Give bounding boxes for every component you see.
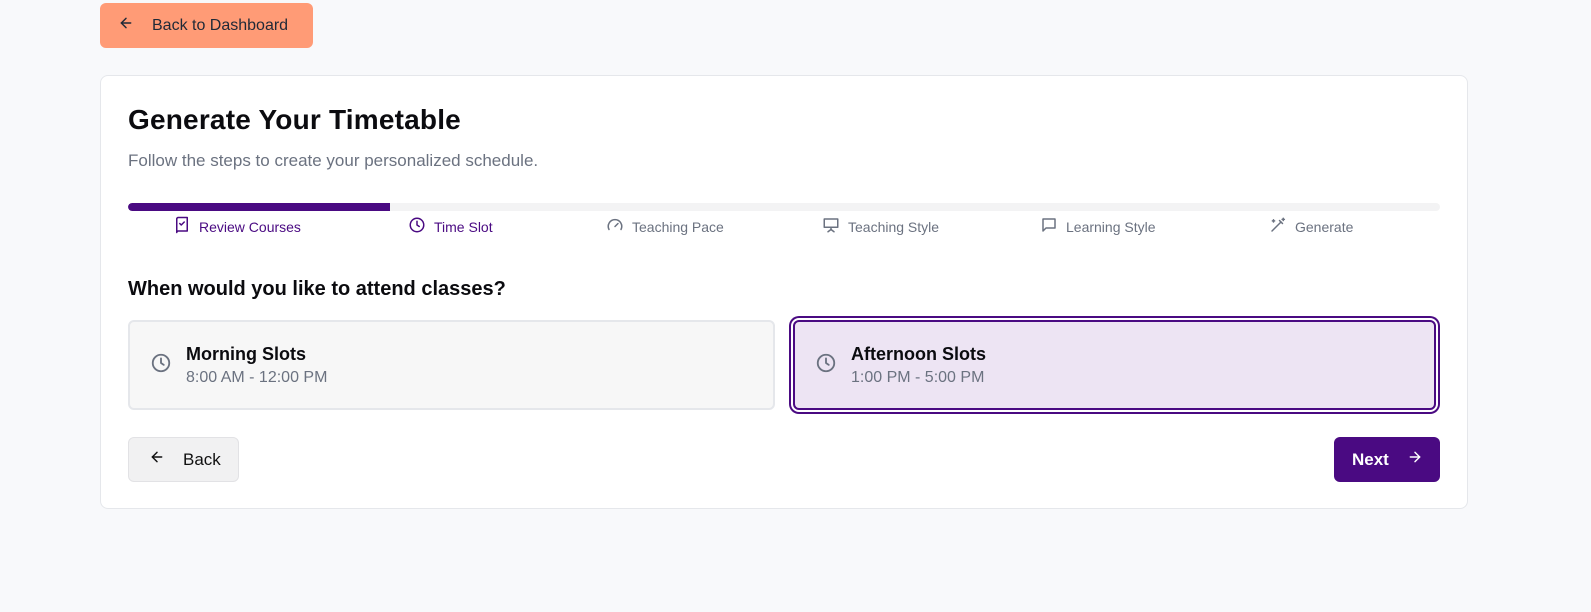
- message-square-icon: [1040, 216, 1058, 237]
- stepper: Review Courses Time Slot Teaching Pace T…: [128, 216, 1440, 240]
- step-learning-style[interactable]: Learning Style: [1040, 216, 1156, 237]
- timetable-card: Generate Your Timetable Follow the steps…: [100, 75, 1468, 509]
- arrow-left-icon: [149, 449, 165, 470]
- book-check-icon: [173, 216, 191, 237]
- step-label: Generate: [1295, 218, 1354, 235]
- step-review-courses[interactable]: Review Courses: [173, 216, 301, 237]
- slot-name: Morning Slots: [186, 343, 306, 364]
- next-button-label: Next: [1352, 449, 1389, 469]
- step-generate[interactable]: Generate: [1269, 216, 1353, 237]
- page-title: Generate Your Timetable: [128, 104, 461, 135]
- back-to-dashboard-button[interactable]: Back to Dashboard: [100, 3, 313, 48]
- step-label: Learning Style: [1066, 218, 1156, 235]
- slot-time: 1:00 PM - 5:00 PM: [851, 368, 985, 386]
- clock-icon: [150, 352, 172, 379]
- step-label: Teaching Pace: [632, 218, 724, 235]
- slot-time: 8:00 AM - 12:00 PM: [186, 368, 328, 386]
- progress-fill: [128, 203, 391, 211]
- clock-icon: [408, 216, 426, 237]
- slot-name: Afternoon Slots: [851, 343, 986, 364]
- step-time-slot[interactable]: Time Slot: [408, 216, 493, 237]
- next-button[interactable]: Next: [1334, 437, 1440, 482]
- question-heading: When would you like to attend classes?: [128, 278, 506, 300]
- afternoon-slot-option[interactable]: Afternoon Slots 1:00 PM - 5:00 PM: [793, 320, 1436, 410]
- arrow-left-icon: [118, 15, 134, 36]
- clock-icon: [815, 352, 837, 379]
- back-button[interactable]: Back: [128, 437, 239, 482]
- page-subtitle: Follow the steps to create your personal…: [128, 151, 539, 170]
- step-label: Time Slot: [434, 218, 493, 235]
- step-teaching-style[interactable]: Teaching Style: [822, 216, 939, 237]
- presentation-icon: [822, 216, 840, 237]
- arrow-right-icon: [1407, 449, 1423, 470]
- step-label: Teaching Style: [848, 218, 940, 235]
- wand-icon: [1269, 216, 1287, 237]
- step-label: Review Courses: [199, 218, 301, 235]
- progress-bar: [128, 203, 1440, 211]
- back-button-label: Back: [183, 449, 221, 469]
- morning-slot-option[interactable]: Morning Slots 8:00 AM - 12:00 PM: [128, 320, 775, 410]
- back-to-dashboard-label: Back to Dashboard: [152, 16, 289, 34]
- gauge-icon: [606, 216, 624, 237]
- step-teaching-pace[interactable]: Teaching Pace: [606, 216, 724, 237]
